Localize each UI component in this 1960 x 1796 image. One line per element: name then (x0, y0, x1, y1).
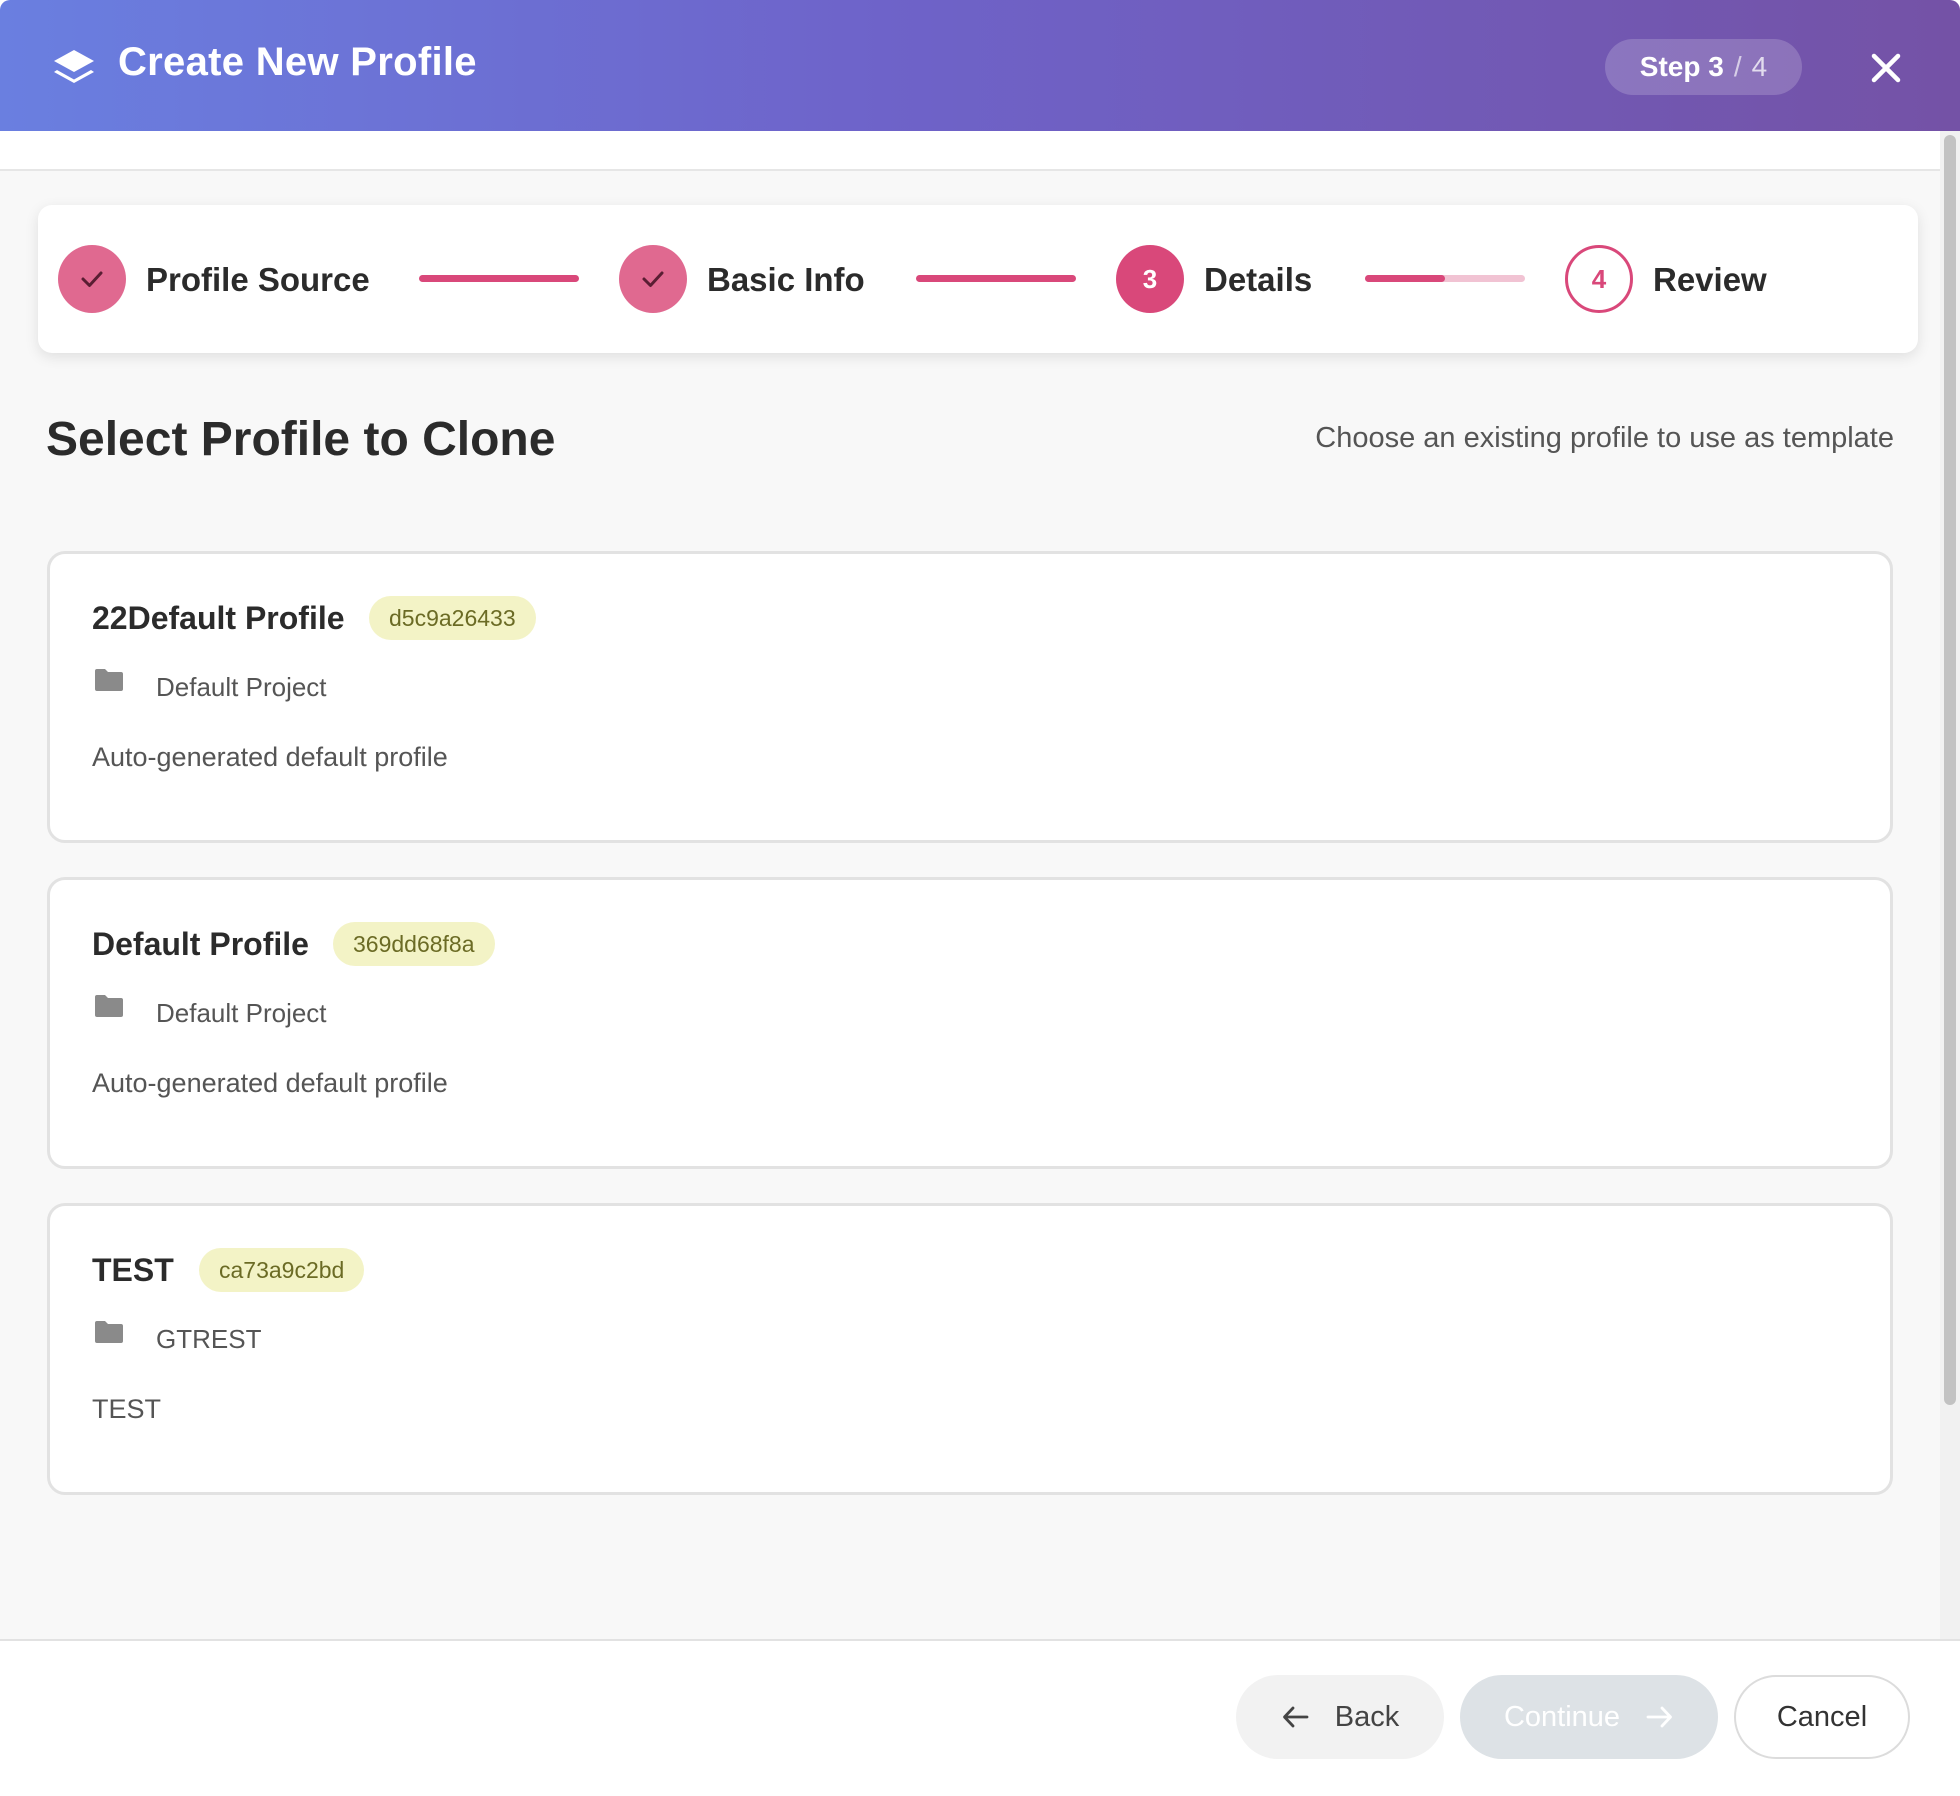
section-subtitle: Choose an existing profile to use as tem… (1315, 422, 1894, 454)
check-icon (81, 271, 103, 287)
check-icon (642, 271, 664, 287)
step-label-details: Details (1204, 261, 1313, 298)
step-label-profile-source: Profile Source (146, 261, 370, 298)
folder-icon (95, 1321, 123, 1343)
step-connector-3 (1365, 275, 1525, 282)
header-divider-band (0, 131, 1940, 171)
arrow-left-icon (1282, 1706, 1309, 1728)
profile-id-badge: 369dd68f8a (333, 922, 495, 966)
profile-project: Default Project (156, 998, 327, 1028)
profile-name: 22Default Profile (92, 600, 345, 636)
layers-icon (54, 50, 94, 83)
step-1-completed-marker (58, 245, 126, 313)
folder-icon (95, 995, 123, 1017)
continue-button-label: Continue (1503, 1700, 1621, 1733)
continue-button[interactable]: Continue (1460, 1675, 1718, 1759)
section-title: Select Profile to Clone (46, 413, 556, 466)
profile-description: Auto-generated default profile (92, 1068, 448, 1098)
profile-project: GTREST (156, 1324, 262, 1354)
profile-id-badge: ca73a9c2bd (199, 1248, 365, 1292)
cancel-button-label: Cancel (1776, 1700, 1868, 1733)
progress-stepper: Profile Source Basic Info 3 Details 4 Re… (38, 205, 1918, 353)
profile-name: TEST (92, 1252, 174, 1288)
step-total: 4 (1751, 51, 1768, 82)
step-2-completed-marker (619, 245, 687, 313)
profile-description: Auto-generated default profile (92, 742, 448, 772)
create-profile-modal: Create New Profile Step 3 / 4 Profile So… (0, 0, 1960, 1796)
step-current: Step 3 (1639, 51, 1724, 82)
step-connector-1 (419, 275, 579, 282)
step-4-upcoming-marker: 4 (1565, 245, 1633, 313)
step-connector-2 (916, 275, 1076, 282)
scrollbar-thumb[interactable] (1944, 135, 1956, 1405)
step-3-active-marker: 3 (1116, 245, 1184, 313)
profile-card[interactable]: 22Default Profile d5c9a26433 Default Pro… (47, 551, 1893, 843)
modal-header: Create New Profile Step 3 / 4 (0, 0, 1960, 131)
back-button-label: Back (1334, 1700, 1400, 1733)
profile-name: Default Profile (92, 926, 309, 962)
close-icon[interactable] (1862, 44, 1910, 92)
step-separator: / (1733, 51, 1742, 82)
modal-title: Create New Profile (118, 40, 477, 84)
modal-footer: Back Continue Cancel (0, 1639, 1960, 1796)
folder-icon (95, 669, 123, 691)
arrow-right-icon (1646, 1706, 1672, 1728)
profile-card[interactable]: Default Profile 369dd68f8a Default Proje… (47, 877, 1893, 1169)
scrollbar[interactable] (1940, 131, 1960, 1639)
profile-project: Default Project (156, 672, 327, 702)
profile-card[interactable]: TEST ca73a9c2bd GTREST TEST (47, 1203, 1893, 1495)
step-label-basic-info: Basic Info (707, 261, 865, 298)
step-connector-3-fill (1365, 275, 1445, 282)
step-label-review: Review (1653, 261, 1767, 298)
step-indicator: Step 3 / 4 (1605, 39, 1802, 95)
profile-description: TEST (92, 1394, 162, 1424)
back-button[interactable]: Back (1236, 1675, 1444, 1759)
profile-id-badge: d5c9a26433 (369, 596, 536, 640)
cancel-button[interactable]: Cancel (1734, 1675, 1910, 1759)
